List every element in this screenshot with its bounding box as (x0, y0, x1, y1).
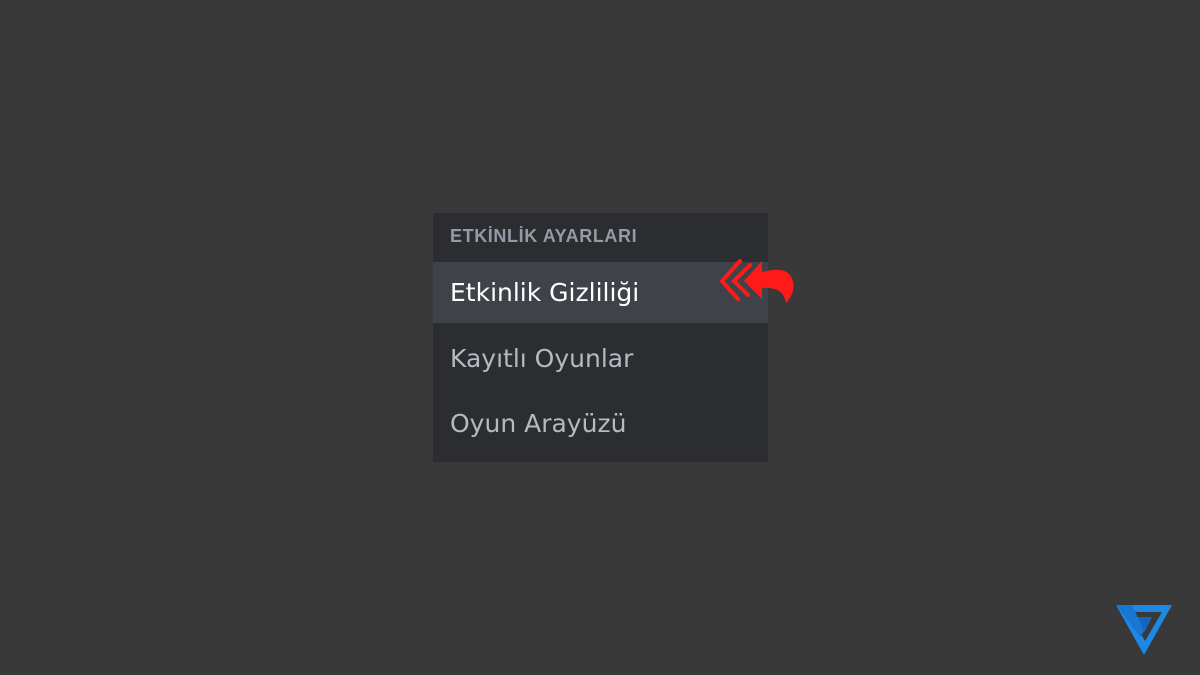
screenshot-canvas: ETKİNLİK AYARLARI Etkinlik Gizliliği Kay… (0, 0, 1200, 675)
brand-logo (1116, 605, 1172, 655)
menu-item-label: Etkinlik Gizliliği (450, 278, 640, 307)
section-header-activity-settings: ETKİNLİK AYARLARI (450, 226, 638, 246)
menu-item-registered-games[interactable]: Kayıtlı Oyunlar (433, 328, 768, 389)
settings-menu-panel: ETKİNLİK AYARLARI Etkinlik Gizliliği Kay… (433, 213, 768, 462)
menu-item-label: Kayıtlı Oyunlar (450, 344, 634, 373)
red-curved-arrow-icon (719, 259, 794, 303)
menu-item-game-overlay[interactable]: Oyun Arayüzü (433, 393, 768, 454)
menu-item-label: Oyun Arayüzü (450, 409, 627, 438)
